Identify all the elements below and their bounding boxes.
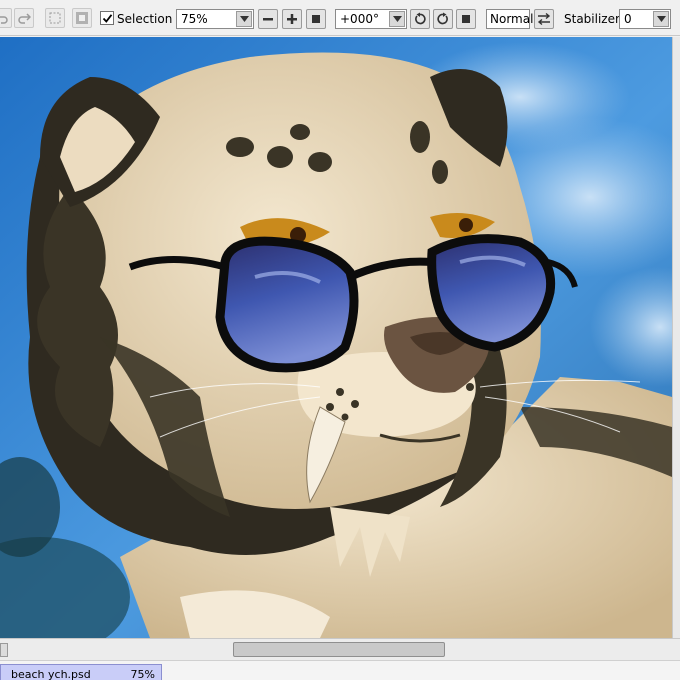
invert-selection-button[interactable] <box>72 8 92 28</box>
flip-horizontal-icon <box>537 12 551 26</box>
zoom-out-button[interactable] <box>258 9 278 29</box>
stabilizer-value: 0 <box>624 12 632 26</box>
rotation-value: +000° <box>340 12 379 26</box>
rotation-reset-button[interactable] <box>456 9 476 29</box>
toolbar: Selection 75% +000° Normal Stabilizer 0 <box>0 0 680 36</box>
redo-icon <box>18 13 31 24</box>
selection-label: Selection <box>117 12 173 26</box>
artwork-image <box>0 37 672 638</box>
horizontal-scroll-thumb[interactable] <box>233 642 445 657</box>
invert-selection-icon <box>76 12 88 24</box>
stabilizer-dropdown-arrow[interactable] <box>653 11 669 27</box>
blend-mode-value: Normal <box>490 12 534 26</box>
deselect-icon <box>49 12 61 24</box>
flip-horizontal-button[interactable] <box>534 9 554 29</box>
rotate-right-button[interactable] <box>433 9 453 29</box>
square-icon <box>462 15 470 23</box>
zoom-reset-button[interactable] <box>306 9 326 29</box>
blend-mode-button[interactable]: Normal <box>486 9 534 29</box>
drawing-canvas[interactable] <box>0 37 672 638</box>
rotate-left-icon <box>415 12 426 25</box>
scroll-left-button[interactable] <box>0 643 8 657</box>
checkmark-icon <box>102 13 112 23</box>
document-tab-filename: beach ych.psd <box>11 668 91 680</box>
stabilizer-label: Stabilizer <box>564 12 620 26</box>
rotation-dropdown-arrow[interactable] <box>389 11 405 27</box>
rotate-right-icon <box>437 12 448 25</box>
chevron-down-icon <box>392 16 402 22</box>
square-icon <box>312 15 320 23</box>
document-tab-strip: beach ych.psd 75% <box>0 660 680 680</box>
redo-button[interactable] <box>14 8 34 28</box>
document-tab-zoom: 75% <box>130 668 155 680</box>
horizontal-scrollbar[interactable] <box>0 638 680 660</box>
undo-icon <box>0 16 8 24</box>
chevron-down-icon <box>656 16 666 22</box>
document-tab[interactable]: beach ych.psd 75% <box>0 664 162 680</box>
rotation-select[interactable]: +000° <box>335 9 407 29</box>
undo-button[interactable] <box>0 8 12 28</box>
rotate-left-button[interactable] <box>410 9 430 29</box>
zoom-select[interactable]: 75% <box>176 9 254 29</box>
deselect-button[interactable] <box>45 8 65 28</box>
stabilizer-select[interactable]: 0 <box>619 9 671 29</box>
zoom-in-button[interactable] <box>282 9 302 29</box>
selection-checkbox[interactable] <box>100 11 114 25</box>
plus-icon <box>287 14 297 24</box>
zoom-dropdown-arrow[interactable] <box>236 11 252 27</box>
vertical-scrollbar[interactable] <box>672 37 680 638</box>
minus-icon <box>263 18 273 21</box>
chevron-down-icon <box>239 16 249 22</box>
zoom-value: 75% <box>181 12 208 26</box>
